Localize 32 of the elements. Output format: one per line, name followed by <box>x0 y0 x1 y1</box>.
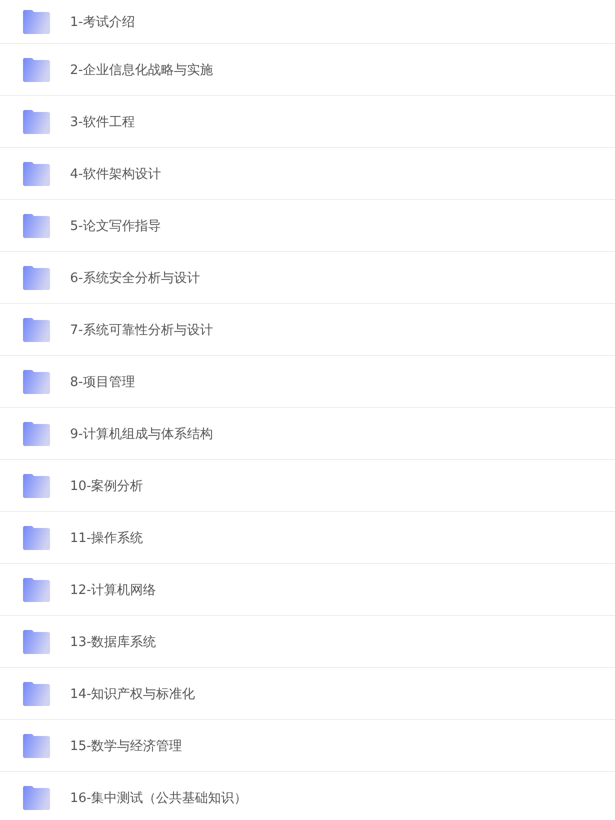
folder-icon <box>22 10 50 34</box>
folder-icon <box>22 162 50 186</box>
folder-icon <box>22 110 50 134</box>
folder-name[interactable]: 16-集中测试（公共基础知识） <box>70 788 248 806</box>
folder-name[interactable]: 15-数学与经济管理 <box>70 736 182 754</box>
folder-name[interactable]: 1-考试介绍 <box>70 12 135 30</box>
folder-name[interactable]: 13-数据库系统 <box>70 632 156 650</box>
folder-icon <box>22 526 50 550</box>
folder-name[interactable]: 8-项目管理 <box>70 372 135 390</box>
folder-icon <box>22 58 50 82</box>
folder-name[interactable]: 4-软件架构设计 <box>70 164 161 182</box>
folder-name[interactable]: 5-论文写作指导 <box>70 216 161 234</box>
folder-icon <box>22 422 50 446</box>
folder-name[interactable]: 7-系统可靠性分析与设计 <box>70 320 213 338</box>
folder-icon <box>22 370 50 394</box>
folder-name[interactable]: 14-知识产权与标准化 <box>70 684 196 702</box>
folder-name[interactable]: 3-软件工程 <box>70 112 135 130</box>
folder-name[interactable]: 12-计算机网络 <box>70 580 156 598</box>
folder-icon <box>22 682 50 706</box>
folder-icon <box>22 734 50 758</box>
folder-name[interactable]: 6-系统安全分析与设计 <box>70 268 200 286</box>
folder-name[interactable]: 9-计算机组成与体系结构 <box>70 424 213 442</box>
folder-icon <box>22 266 50 290</box>
folder-name[interactable]: 10-案例分析 <box>70 476 144 494</box>
folder-icon <box>22 474 50 498</box>
folder-name[interactable]: 2-企业信息化战略与实施 <box>70 60 213 78</box>
folder-icon <box>22 630 50 654</box>
folder-icon <box>22 214 50 238</box>
folder-icon <box>22 318 50 342</box>
folder-icon <box>22 578 50 602</box>
folder-icon <box>22 786 50 810</box>
folder-name[interactable]: 11-操作系统 <box>70 528 144 546</box>
